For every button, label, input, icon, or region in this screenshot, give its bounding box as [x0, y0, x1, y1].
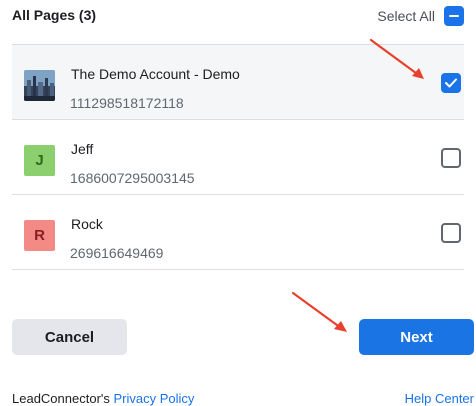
page-name: Jeff: [71, 141, 94, 157]
page-list-title: All Pages (3): [12, 7, 97, 23]
page-list: The Demo Account - Demo 111298518172118 …: [12, 44, 464, 270]
indeterminate-dash-icon: [449, 15, 459, 17]
letter-avatar: J: [24, 145, 55, 176]
select-all-control[interactable]: Select All: [377, 6, 464, 26]
page-id: 111298518172118: [70, 95, 184, 111]
privacy-policy-link[interactable]: Privacy Policy: [114, 391, 195, 406]
select-all-checkbox[interactable]: [444, 6, 464, 26]
checkmark-icon: [445, 78, 457, 88]
page-name: The Demo Account - Demo: [71, 66, 240, 82]
footer: LeadConnector's Privacy Policy Help Cent…: [12, 391, 474, 406]
footer-prefix: LeadConnector's: [12, 391, 110, 406]
page-checkbox[interactable]: [441, 148, 461, 168]
page-name: Rock: [71, 216, 103, 232]
annotation-arrow-icon: [291, 291, 347, 332]
select-all-label: Select All: [377, 8, 435, 24]
letter-avatar: R: [24, 220, 55, 251]
page-row-rock[interactable]: R Rock 269616649469: [12, 195, 464, 270]
city-skyline-icon: [24, 70, 55, 101]
page-row-demo-account[interactable]: The Demo Account - Demo 111298518172118: [12, 45, 464, 120]
next-button[interactable]: Next: [359, 319, 474, 355]
page-checkbox[interactable]: [441, 223, 461, 243]
page-id: 1686007295003145: [70, 170, 195, 186]
page-row-jeff[interactable]: J Jeff 1686007295003145: [12, 120, 464, 195]
help-center-link[interactable]: Help Center: [405, 391, 474, 406]
page-list-header: All Pages (3) Select All: [12, 0, 464, 34]
city-skyline-avatar: [24, 70, 55, 101]
page-checkbox-checked[interactable]: [441, 73, 461, 93]
page-id: 269616649469: [70, 245, 164, 261]
cancel-button[interactable]: Cancel: [12, 319, 127, 355]
